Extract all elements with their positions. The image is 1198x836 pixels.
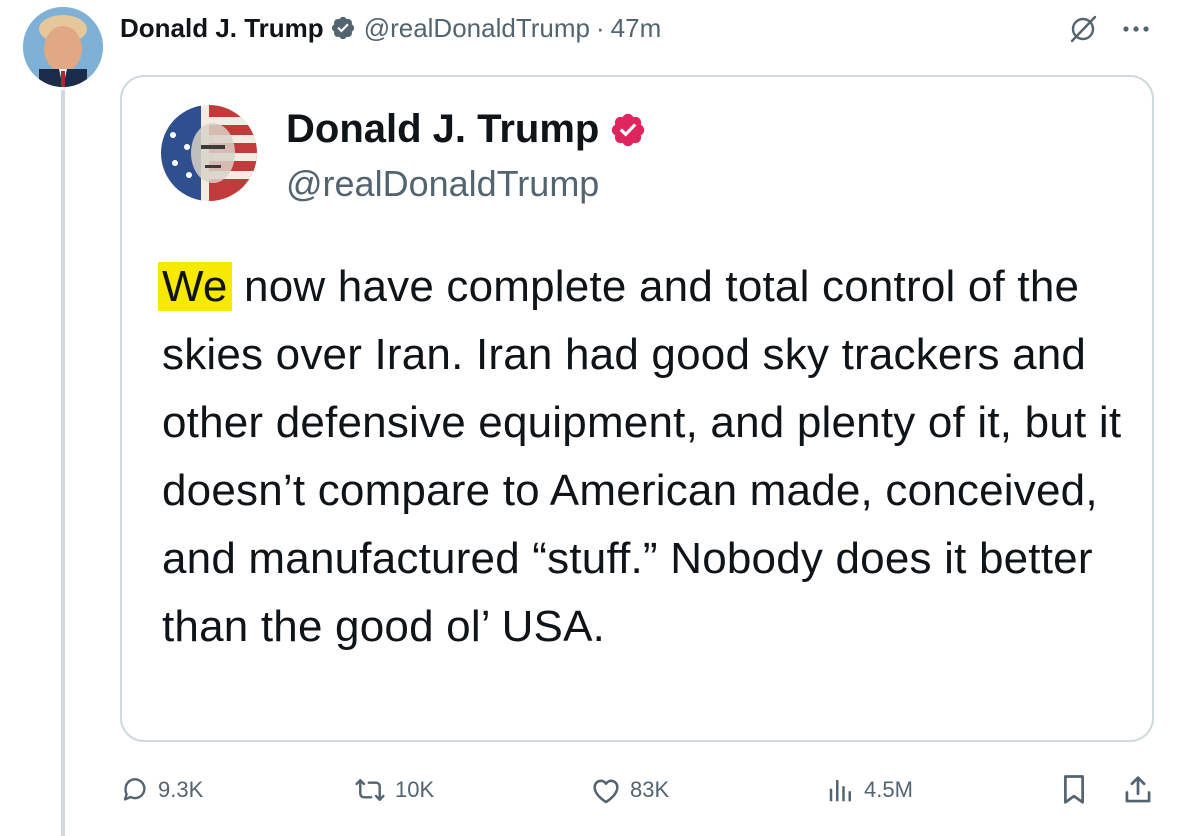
author-name[interactable]: Donald J. Trump [120, 13, 324, 44]
quote-name-row: Donald J. Trump [286, 107, 647, 152]
bookmark-button[interactable] [1056, 770, 1092, 810]
quote-avatar-image [161, 105, 257, 201]
quote-author-handle[interactable]: @realDonaldTrump [286, 163, 599, 205]
views-count: 4.5M [864, 777, 913, 802]
share-button[interactable] [1120, 770, 1156, 810]
quote-author-name[interactable]: Donald J. Trump [286, 107, 599, 152]
quote-body-text: We now have complete and total control o… [158, 253, 1122, 661]
separator-dot: · [595, 12, 605, 43]
reply-count: 9.3K [158, 777, 204, 802]
post-header: Donald J. Trump @realDonaldTrump · 47m [120, 10, 661, 46]
quoted-post-card[interactable]: Donald J. Trump @realDonaldTrump We now … [120, 75, 1154, 742]
quote-body-rest: now have complete and total control of t… [162, 262, 1122, 651]
author-handle[interactable]: @realDonaldTrump [364, 13, 590, 44]
repost-count: 10K [395, 777, 435, 802]
verified-icon [609, 111, 647, 149]
reply-button[interactable]: 9.3K [120, 770, 203, 810]
highlighted-word: We [158, 262, 232, 311]
more-icon [1123, 26, 1149, 32]
like-count: 83K [630, 777, 670, 802]
avatar-image [23, 7, 103, 87]
reply-icon [123, 778, 146, 801]
like-icon [593, 779, 619, 804]
more-button[interactable] [1118, 12, 1154, 46]
bookmark-icon [1064, 775, 1084, 804]
like-button[interactable]: 83K [590, 770, 669, 810]
thread-line [61, 90, 65, 836]
avatar[interactable] [23, 7, 103, 87]
share-icon [1125, 776, 1151, 803]
repost-button[interactable]: 10K [353, 770, 434, 810]
grok-icon [1070, 15, 1097, 43]
timestamp[interactable]: 47m [611, 13, 662, 44]
grok-button[interactable] [1066, 12, 1100, 46]
quote-avatar[interactable] [161, 105, 257, 201]
views-button[interactable]: 4.5M [826, 770, 913, 810]
repost-icon [355, 779, 385, 801]
verified-icon [330, 15, 356, 41]
action-bar: 9.3K 10K 83K 4.5M [120, 770, 1160, 810]
views-icon [829, 780, 851, 802]
